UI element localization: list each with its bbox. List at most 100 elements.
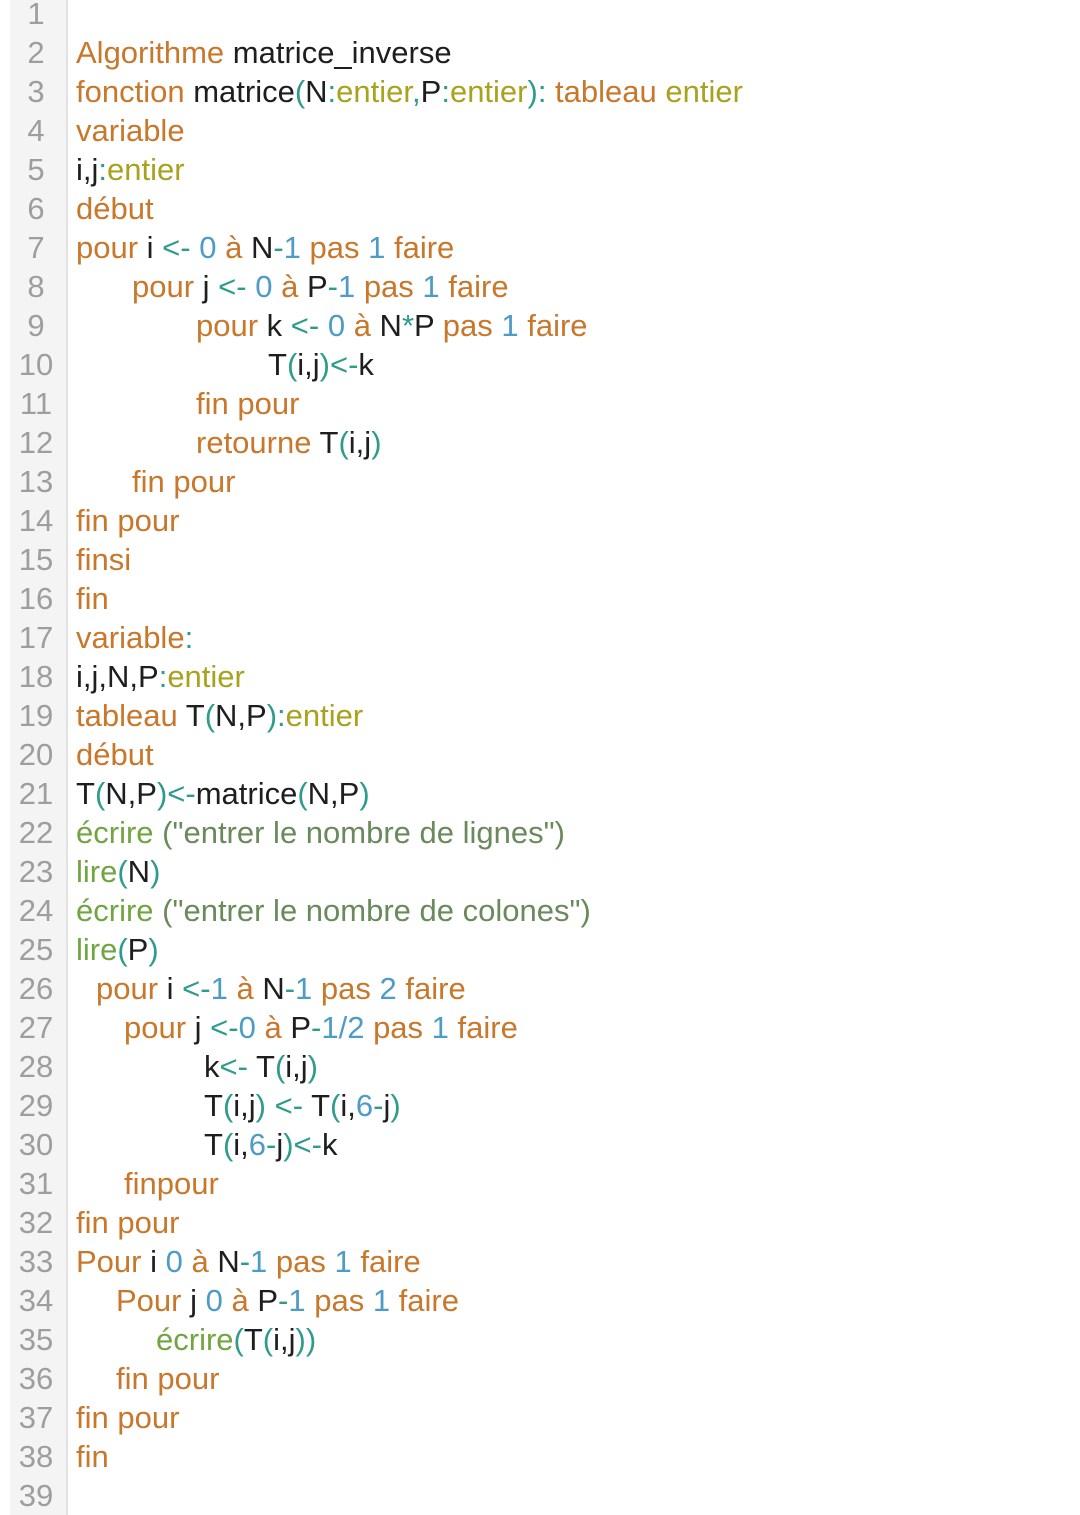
code-line[interactable]: 39 [0, 1476, 1080, 1515]
code-token: i,j [297, 347, 320, 382]
code-token: fin pour [76, 1400, 180, 1435]
code-line[interactable]: 37 fin pour [0, 1398, 1080, 1437]
code-text[interactable]: Algorithme matrice_inverse [76, 33, 452, 72]
code-text[interactable]: pour i <- 0 à N-1 pas 1 faire [76, 228, 454, 267]
code-editor[interactable]: 1 2 Algorithme matrice_inverse 3 fonction ma… [0, 0, 1080, 1515]
code-line[interactable]: 7 pour i <- 0 à N-1 pas 1 faire [0, 228, 1080, 267]
code-token: à [182, 1244, 209, 1279]
code-line[interactable]: 17 variable: [0, 618, 1080, 657]
code-token: 1 [364, 1283, 391, 1318]
code-text[interactable]: k<- T(i,j) [204, 1047, 318, 1086]
code-text[interactable]: fin pour [76, 1203, 179, 1242]
code-line[interactable]: 35 écrire(T(i,j)) [0, 1320, 1080, 1359]
code-token: retourne [196, 425, 312, 460]
code-line[interactable]: 5 i,j:entier [0, 150, 1080, 189]
code-text[interactable]: écrire ("entrer le nombre de lignes") [76, 813, 565, 852]
code-line[interactable]: 14 fin pour [0, 501, 1080, 540]
code-line[interactable]: 13 fin pour [0, 462, 1080, 501]
code-line[interactable]: 10 T(i,j)<-k [0, 345, 1080, 384]
code-text[interactable]: lire(P) [76, 930, 159, 969]
line-number: 11 [19, 386, 53, 421]
code-text[interactable]: T(i,6-j)<-k [204, 1125, 337, 1164]
code-token: ( [297, 776, 308, 811]
code-token: 6 [248, 1127, 267, 1162]
code-line[interactable]: 27 pour j <-0 à P-1/2 pas 1 faire [0, 1008, 1080, 1047]
code-token: )<- [283, 1127, 322, 1162]
code-text[interactable]: fin pour [196, 384, 299, 423]
code-text[interactable]: pour j <- 0 à P-1 pas 1 faire [132, 267, 509, 306]
code-text[interactable]: lire(N) [76, 852, 160, 891]
code-text[interactable]: variable: [76, 618, 193, 657]
code-line[interactable]: 23 lire(N) [0, 852, 1080, 891]
code-text[interactable]: début [76, 735, 154, 774]
code-line[interactable]: 38 fin [0, 1437, 1080, 1476]
code-text[interactable]: fin [76, 579, 109, 618]
code-token: 1 [337, 269, 356, 304]
code-line[interactable]: 1 [0, 0, 1080, 33]
code-text[interactable]: pour k <- 0 à N*P pas 1 faire [196, 306, 588, 345]
code-text[interactable]: i,j:entier [76, 150, 185, 189]
code-line[interactable]: 8 pour j <- 0 à P-1 pas 1 faire [0, 267, 1080, 306]
code-line[interactable]: 12 retourne T(i,j) [0, 423, 1080, 462]
code-line[interactable]: 2 Algorithme matrice_inverse [0, 33, 1080, 72]
code-line[interactable]: 20 début [0, 735, 1080, 774]
code-token: 1 [359, 230, 386, 265]
line-number: 24 [18, 893, 54, 928]
code-token: faire [385, 230, 455, 265]
code-text[interactable]: Pour i 0 à N-1 pas 1 faire [76, 1242, 421, 1281]
code-token: ) [150, 854, 161, 889]
code-token: Pour [116, 1283, 182, 1318]
line-number: 22 [18, 815, 54, 850]
code-text[interactable]: fin pour [76, 501, 179, 540]
code-text[interactable]: pour i <-1 à N-1 pas 2 faire [96, 969, 466, 1008]
code-line[interactable]: 15 finsi [0, 540, 1080, 579]
code-line[interactable]: 26 pour i <-1 à N-1 pas 2 faire [0, 969, 1080, 1008]
code-text[interactable]: pour j <-0 à P-1/2 pas 1 faire [124, 1008, 518, 1047]
code-text[interactable]: i,j,N,P:entier [76, 657, 245, 696]
code-line[interactable]: 25 lire(P) [0, 930, 1080, 969]
code-text[interactable]: fin pour [132, 462, 235, 501]
code-line[interactable]: 22 écrire ("entrer le nombre de lignes") [0, 813, 1080, 852]
code-line[interactable]: 3 fonction matrice(N:entier,P:entier): ta… [0, 72, 1080, 111]
code-text[interactable]: écrire ("entrer le nombre de colones") [76, 891, 591, 930]
code-line[interactable]: 36 fin pour [0, 1359, 1080, 1398]
code-text[interactable]: retourne T(i,j) [196, 423, 382, 462]
code-text[interactable]: écrire(T(i,j)) [156, 1320, 316, 1359]
code-text[interactable]: fin [76, 1437, 109, 1476]
code-line[interactable]: 4 variable [0, 111, 1080, 150]
code-line[interactable]: 31 finpour [0, 1164, 1080, 1203]
code-text[interactable]: finsi [76, 540, 131, 579]
code-line[interactable]: 19 tableau T(N,P):entier [0, 696, 1080, 735]
code-text[interactable]: début [76, 189, 154, 228]
code-line[interactable]: 18 i,j,N,P:entier [0, 657, 1080, 696]
line-number: 39 [18, 1478, 54, 1513]
code-line[interactable]: 34 Pour j 0 à P-1 pas 1 faire [0, 1281, 1080, 1320]
code-text[interactable]: fin pour [76, 1398, 179, 1437]
code-line[interactable]: 6 début [0, 189, 1080, 228]
code-text[interactable]: T(N,P)<-matrice(N,P) [76, 774, 370, 813]
code-token: k [258, 308, 291, 343]
code-line[interactable]: 9 pour k <- 0 à N*P pas 1 faire [0, 306, 1080, 345]
code-token: T [243, 1322, 263, 1357]
code-token: fin pour [132, 464, 236, 499]
code-text[interactable]: Pour j 0 à P-1 pas 1 faire [116, 1281, 459, 1320]
code-token: fin [76, 581, 109, 616]
code-text[interactable]: T(i,j) <- T(i,6-j) [204, 1086, 401, 1125]
code-text[interactable]: fin pour [116, 1359, 219, 1398]
code-line[interactable]: 16 fin [0, 579, 1080, 618]
code-text[interactable]: T(i,j)<-k [268, 345, 374, 384]
code-line[interactable]: 33 Pour i 0 à N-1 pas 1 faire [0, 1242, 1080, 1281]
code-text[interactable]: fonction matrice(N:entier,P:entier): tab… [76, 72, 743, 111]
code-token: 1 [413, 269, 440, 304]
code-line[interactable]: 21 T(N,P)<-matrice(N,P) [0, 774, 1080, 813]
code-text[interactable]: finpour [124, 1164, 219, 1203]
code-line[interactable]: 30 T(i,6-j)<-k [0, 1125, 1080, 1164]
code-line[interactable]: 11 fin pour [0, 384, 1080, 423]
code-line[interactable]: 29 T(i,j) <- T(i,6-j) [0, 1086, 1080, 1125]
code-line[interactable]: 28 k<- T(i,j) [0, 1047, 1080, 1086]
code-line[interactable]: 24 écrire ("entrer le nombre de colones") [0, 891, 1080, 930]
code-token: ( [286, 347, 298, 382]
code-line[interactable]: 32 fin pour [0, 1203, 1080, 1242]
code-text[interactable]: variable [76, 111, 185, 150]
code-text[interactable]: tableau T(N,P):entier [76, 696, 363, 735]
